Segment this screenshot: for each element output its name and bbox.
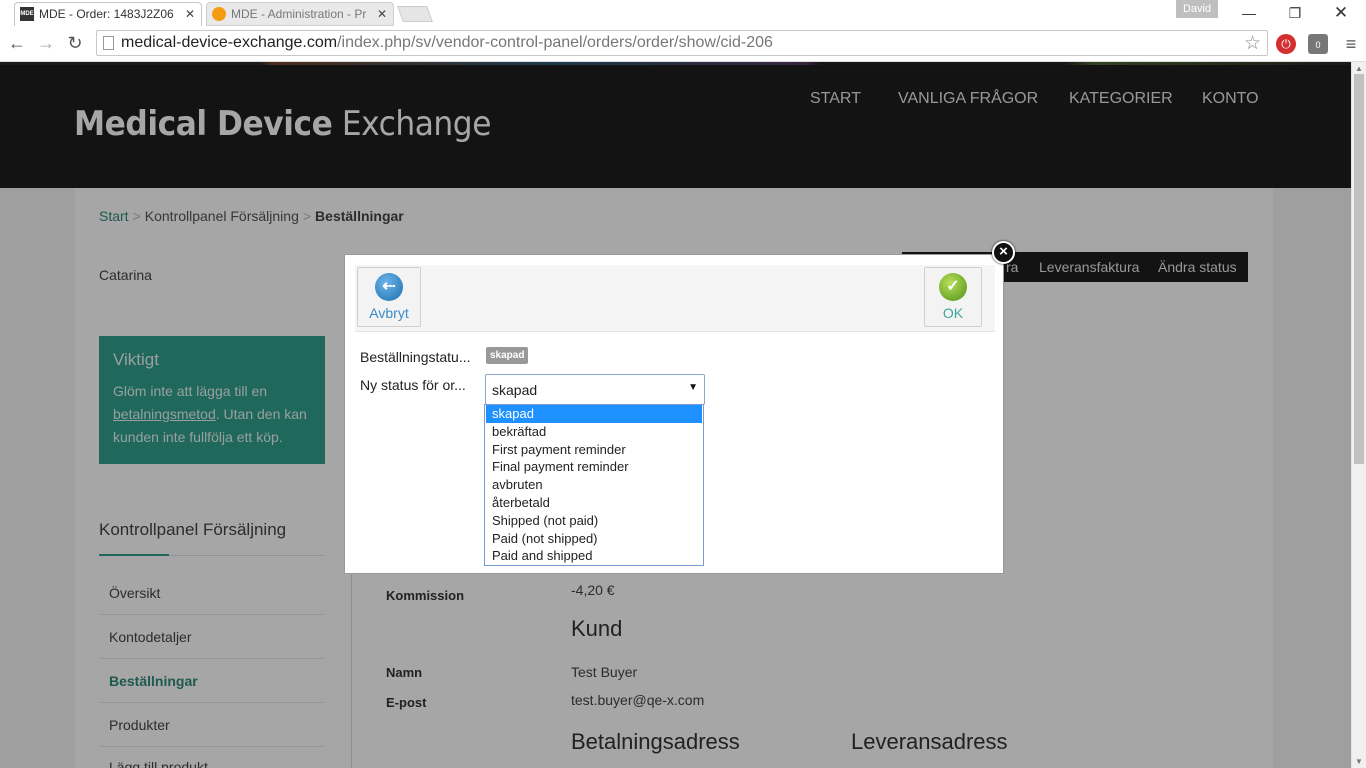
back-arrow-icon: ⇠ — [375, 273, 403, 301]
scroll-up-icon[interactable]: ▲ — [1355, 64, 1363, 73]
order-status-label: Beställningstatu... — [360, 349, 471, 365]
checkmark-icon: ✓ — [939, 273, 967, 301]
reload-icon[interactable]: ↻ — [64, 32, 86, 54]
status-option[interactable]: Paid (not shipped) — [486, 530, 702, 548]
cancel-button[interactable]: ⇠ Avbryt — [357, 267, 421, 327]
extension-icon[interactable]: 0 — [1308, 34, 1328, 54]
chrome-menu-icon[interactable]: ≡ — [1340, 33, 1362, 55]
new-status-label: Ny status för or... — [360, 377, 466, 393]
status-dropdown-list: skapad bekräftad First payment reminder … — [484, 404, 704, 566]
bookmark-star-icon[interactable]: ☆ — [1244, 32, 1261, 55]
page-icon — [103, 36, 114, 50]
status-option[interactable]: avbruten — [486, 476, 702, 494]
dialog-toolbar: ⇠ Avbryt ✓ OK — [355, 265, 995, 332]
tab-close-icon[interactable]: ✕ — [185, 3, 195, 25]
tab-mde-order[interactable]: MDE MDE - Order: 1483J2Z06 ✕ — [14, 2, 202, 26]
restore-icon[interactable]: ❐ — [1272, 0, 1318, 26]
scrollbar-thumb[interactable] — [1354, 74, 1364, 464]
window-close-icon[interactable]: ✕ — [1318, 0, 1364, 26]
cancel-label: Avbryt — [369, 305, 409, 321]
scroll-down-icon[interactable]: ▼ — [1355, 757, 1363, 766]
url-text[interactable]: medical-device-exchange.com/index.php/sv… — [121, 34, 773, 52]
status-option[interactable]: Final payment reminder — [486, 458, 702, 476]
status-badge: skapad — [486, 347, 529, 364]
joomla-icon — [212, 7, 226, 21]
status-option[interactable]: Paid and shipped — [486, 547, 702, 565]
tab-close-icon[interactable]: ✕ — [377, 3, 387, 25]
status-option[interactable]: återbetald — [486, 494, 702, 512]
page-scrollbar[interactable]: ▲ ▼ — [1351, 62, 1366, 768]
forward-icon[interactable]: → — [35, 32, 57, 54]
select-value: skapad — [492, 382, 538, 398]
status-option[interactable]: bekräftad — [486, 423, 702, 441]
status-option[interactable]: skapad — [486, 405, 702, 423]
browser-tab-strip: MDE MDE - Order: 1483J2Z06 ✕ MDE - Admin… — [0, 0, 1366, 26]
mde-favicon-icon: MDE — [20, 7, 34, 21]
status-option[interactable]: Shipped (not paid) — [486, 512, 702, 530]
new-tab-button[interactable] — [397, 6, 433, 22]
ok-button[interactable]: ✓ OK — [924, 267, 982, 327]
new-status-select[interactable]: skapad ▼ — [485, 374, 705, 405]
back-icon[interactable]: ← — [6, 32, 28, 54]
dialog-close-icon[interactable]: × — [992, 241, 1015, 264]
tab-title: MDE - Administration - Pr — [231, 7, 367, 21]
address-bar[interactable]: medical-device-exchange.com/index.php/sv… — [96, 30, 1268, 56]
status-option[interactable]: First payment reminder — [486, 441, 702, 459]
profile-badge[interactable]: David — [1176, 0, 1218, 18]
minimize-icon[interactable]: — — [1226, 0, 1272, 26]
dropdown-arrow-icon: ▼ — [688, 382, 698, 393]
browser-toolbar: ← → ↻ medical-device-exchange.com/index.… — [0, 26, 1366, 62]
tab-title: MDE - Order: 1483J2Z06 — [39, 7, 174, 21]
adblock-extension-icon[interactable]: ⏻ — [1276, 34, 1296, 54]
tab-mde-admin[interactable]: MDE - Administration - Pr ✕ — [206, 2, 394, 26]
ok-label: OK — [942, 305, 964, 321]
